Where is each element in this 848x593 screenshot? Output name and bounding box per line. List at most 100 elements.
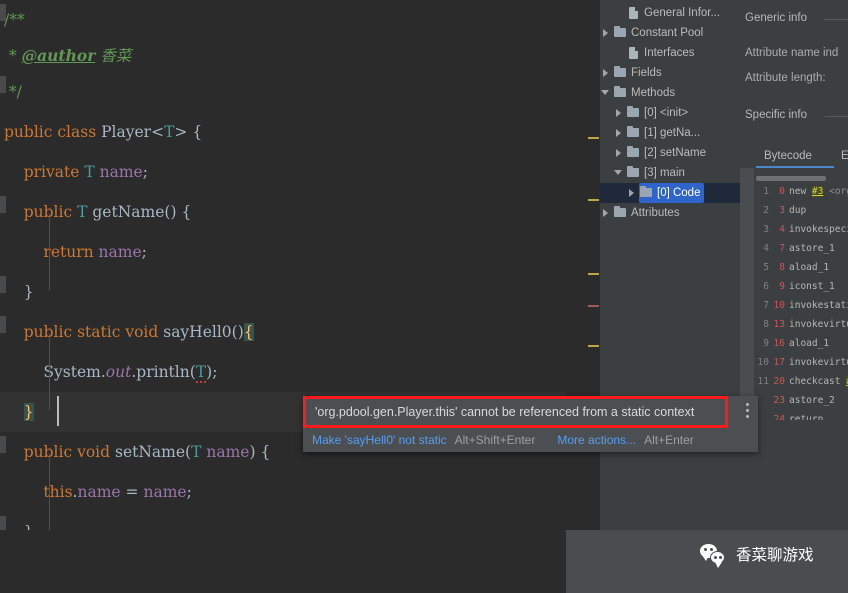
- bytecode-hscrollbar[interactable]: [756, 176, 826, 181]
- bytecode-offset: 13: [773, 319, 785, 330]
- bytecode-listing[interactable]: 10new #3 <org 23dup 34invokespeci 47asto…: [754, 175, 848, 420]
- tree-item-method-init[interactable]: [0] <init>: [600, 103, 740, 123]
- tree-item-constant-pool[interactable]: Constant Pool: [600, 23, 740, 43]
- bytecode-offset: 8: [779, 262, 785, 273]
- code-token-kw-this: this: [43, 483, 73, 501]
- tree-item-label: [3] main: [644, 167, 685, 179]
- bytecode-opcode: invokevirtu: [789, 357, 848, 368]
- file-icon: [626, 43, 641, 63]
- chevron-right-icon[interactable]: [626, 183, 639, 203]
- code-token-paren-open: (: [189, 363, 196, 381]
- intention-popup[interactable]: 'org.pdool.gen.Player.this' cannot be re…: [303, 396, 758, 452]
- chevron-right-icon[interactable]: [613, 123, 626, 143]
- code-token-brace-open: {: [192, 123, 203, 141]
- code-token-kw-return: return: [43, 243, 94, 261]
- chevron-right-icon[interactable]: [600, 63, 613, 83]
- code-token-method-setname: setName: [115, 443, 186, 461]
- code-line[interactable]: return name;: [0, 232, 566, 272]
- code-token-semi: ;: [212, 363, 218, 381]
- code-token-type-t: T: [164, 123, 175, 141]
- tree-item-label: Attributes: [631, 207, 680, 219]
- action-make-not-static[interactable]: Make 'sayHell0' not static: [312, 433, 447, 447]
- tree-item-label: Interfaces: [644, 47, 695, 59]
- marker-warning[interactable]: [588, 199, 599, 201]
- code-line[interactable]: System.out.println(T);: [0, 352, 566, 392]
- code-token-brace-close: }: [23, 283, 34, 301]
- code-token-param-name: name: [206, 443, 250, 461]
- bytecode-opcode: dup: [789, 205, 807, 216]
- chevron-right-icon[interactable]: [600, 23, 613, 43]
- code-line[interactable]: */: [0, 72, 566, 112]
- code-token-generic-close: >: [174, 123, 188, 141]
- bytecode-offset: 0: [779, 186, 785, 197]
- code-token-kw-public: public: [23, 443, 73, 461]
- marker-warning[interactable]: [588, 137, 599, 139]
- code-editor[interactable]: /** * @author 香菜 */ public class Player<…: [0, 0, 588, 593]
- more-options-icon[interactable]: [746, 403, 750, 421]
- bytecode-opcode: iconst_1: [789, 281, 835, 292]
- code-token-method-println: println: [136, 363, 190, 381]
- editor-bottom-area: [0, 530, 566, 593]
- tree-item-fields[interactable]: Fields: [600, 63, 740, 83]
- bytecode-row: 24 return: [754, 410, 848, 420]
- action-more-actions[interactable]: More actions...: [557, 433, 636, 447]
- editor-marker-strip[interactable]: [588, 0, 600, 593]
- code-line[interactable]: public class Player<T> {: [0, 112, 566, 152]
- bytecode-const-ref[interactable]: #3: [811, 186, 824, 197]
- code-line[interactable]: * @author 香菜: [0, 36, 566, 76]
- code-token-semi: ;: [142, 163, 148, 181]
- tree-item-interfaces[interactable]: Interfaces: [600, 43, 740, 63]
- tree-item-methods[interactable]: Methods: [600, 83, 740, 103]
- code-line[interactable]: public static void sayHell0(){: [0, 312, 566, 352]
- bytecode-gutter[interactable]: [740, 168, 754, 420]
- tab-bytecode[interactable]: Bytecode: [764, 150, 812, 162]
- marker-warning[interactable]: [588, 273, 599, 275]
- code-line[interactable]: this.name = name;: [0, 472, 566, 512]
- bytecode-offset: 9: [779, 281, 785, 292]
- bytecode-opcode: invokestati: [789, 300, 848, 311]
- generic-info-header: Generic info: [745, 12, 808, 24]
- code-token-comment-open: /**: [4, 11, 25, 29]
- marker-error[interactable]: [588, 305, 599, 307]
- action-make-not-static-shortcut: Alt+Shift+Enter: [454, 433, 536, 447]
- code-line[interactable]: }: [0, 272, 566, 312]
- code-token-brace-open-highlight: {: [243, 323, 254, 341]
- editor-scrollbar-track[interactable]: [578, 0, 588, 593]
- code-token-comment-close: */: [4, 83, 22, 101]
- code-token-author-tag: @author: [21, 46, 96, 65]
- editor-code-area[interactable]: /** * @author 香菜 */ public class Player<…: [0, 0, 566, 593]
- chevron-right-icon[interactable]: [613, 103, 626, 123]
- code-line[interactable]: /**: [0, 0, 566, 40]
- code-token-generic-open: <: [151, 123, 165, 141]
- code-token-paren-close: ): [237, 323, 244, 341]
- code-token-kw-static: static: [77, 323, 121, 341]
- chevron-right-icon[interactable]: [600, 203, 613, 223]
- code-line[interactable]: private T name;: [0, 152, 566, 192]
- bytecode-line-number: 10: [757, 357, 769, 368]
- bytecode-offset: 20: [773, 376, 785, 387]
- bytecode-row: 23 astore_2: [754, 391, 848, 410]
- tree-item-label: Constant Pool: [631, 27, 704, 39]
- tree-item-attributes[interactable]: Attributes: [600, 203, 740, 223]
- indent-guide: [49, 454, 50, 530]
- code-line[interactable]: public T getName() {: [0, 192, 566, 232]
- tab-next[interactable]: E: [841, 150, 848, 162]
- tree-item-code-selected[interactable]: [0] Code: [639, 183, 705, 203]
- code-token-kw-public: public: [23, 203, 73, 221]
- folder-icon: [613, 63, 628, 83]
- chevron-right-icon[interactable]: [613, 143, 626, 163]
- tree-item-method-main[interactable]: [3] main: [600, 163, 740, 183]
- code-token-kw-private: private: [23, 163, 80, 181]
- bytecode-line-number: 6: [763, 281, 769, 292]
- chevron-down-icon[interactable]: [600, 83, 613, 103]
- tree-item-method-setname[interactable]: [2] setName: [600, 143, 740, 163]
- tree-item-method-getname[interactable]: [1] getNa...: [600, 123, 740, 143]
- tree-item-code-row[interactable]: [0] Code: [600, 183, 740, 203]
- marker-warning[interactable]: [588, 345, 599, 347]
- tree-item-general-information[interactable]: General Infor...: [600, 3, 740, 23]
- code-token-comment-star: *: [4, 47, 22, 65]
- bytecode-offset: 7: [779, 243, 785, 254]
- chevron-down-icon[interactable]: [613, 163, 626, 183]
- bytecode-row: 4 7 astore_1: [754, 239, 848, 258]
- bytecode-row: 5 8 aload_1: [754, 258, 848, 277]
